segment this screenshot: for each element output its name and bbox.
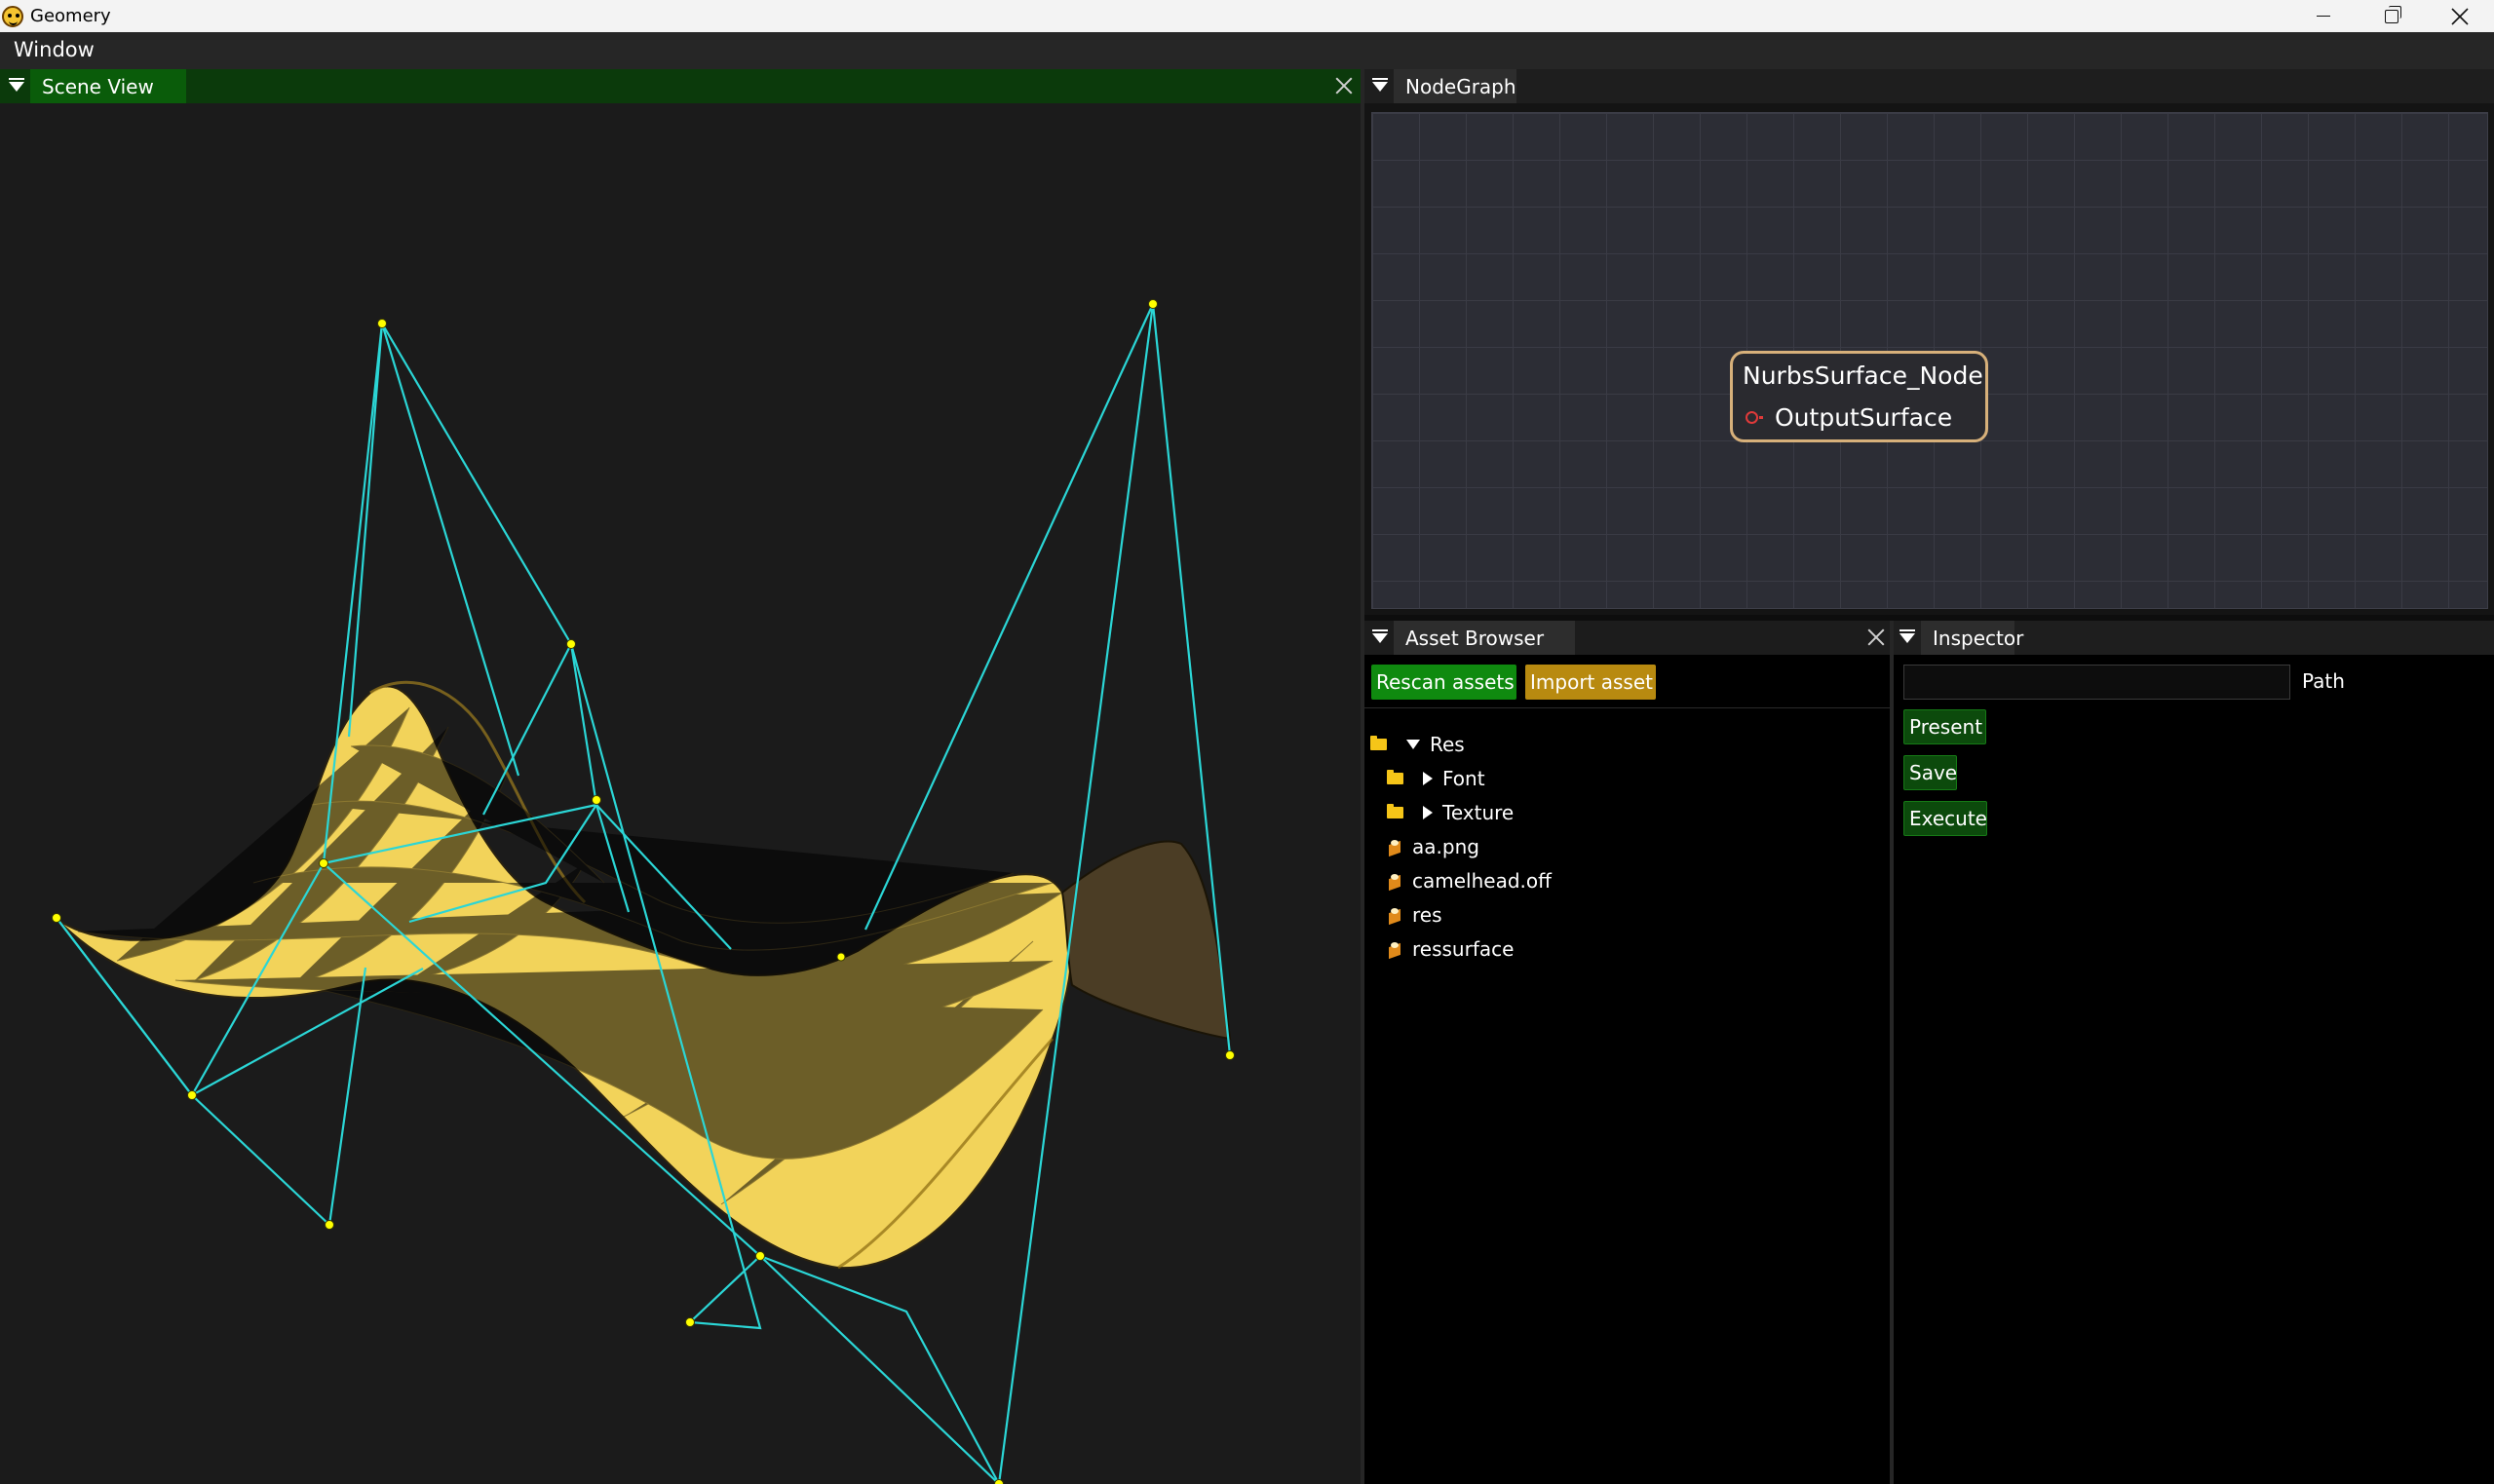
inspector-panel: Inspector Path Present Save Execute [1894, 621, 2494, 1484]
node-graph-panel: NodeGraph NurbsSurface_Node OutputSurfac… [1364, 69, 2494, 615]
node-title: NurbsSurface_Node [1743, 361, 1983, 390]
menu-bar: Window [0, 32, 2494, 70]
tree-item-file[interactable]: aa.png [1388, 832, 1479, 861]
close-icon [2451, 7, 2469, 25]
output-port-icon[interactable] [1746, 411, 1763, 424]
control-point[interactable] [319, 858, 328, 868]
tree-item-label: ressurface [1412, 937, 1515, 961]
smiley-icon [2, 6, 23, 27]
collapse-arrow-icon[interactable] [1899, 629, 1915, 643]
tab-inspector[interactable]: Inspector [1921, 621, 2023, 655]
node-output-label: OutputSurface [1775, 403, 1953, 432]
control-point[interactable] [994, 1479, 1004, 1484]
node-graph-canvas[interactable]: NurbsSurface_Node OutputSurface [1371, 112, 2488, 609]
tree-item-label: camelhead.off [1412, 869, 1552, 893]
collapse-arrow-icon[interactable] [1372, 78, 1388, 92]
tree-item-label: aa.png [1412, 835, 1479, 858]
scene-view-tabbar: Scene View [0, 69, 1361, 103]
save-button[interactable]: Save [1903, 755, 1957, 790]
scene-view-panel: Scene View [0, 69, 1361, 1484]
tab-nodegraph[interactable]: NodeGraph [1394, 69, 1516, 103]
control-point[interactable] [1148, 299, 1158, 309]
folder-icon [1387, 804, 1403, 818]
tree-item-font[interactable]: Font [1387, 764, 1485, 793]
node-graph-tabbar: NodeGraph [1364, 69, 2494, 103]
control-point[interactable] [685, 1317, 695, 1327]
folder-icon [1387, 770, 1403, 784]
folder-icon [1370, 736, 1387, 750]
control-point[interactable] [52, 913, 61, 923]
save-label: Save [1909, 761, 1958, 784]
control-point[interactable] [592, 795, 601, 805]
asset-browser-tabbar: Asset Browser [1364, 621, 1890, 655]
control-point[interactable] [187, 1090, 197, 1100]
toolbar-separator [1364, 707, 1890, 708]
close-window-button[interactable] [2426, 0, 2494, 32]
import-asset-label: Import asset [1530, 670, 1653, 694]
control-point[interactable] [325, 1220, 334, 1230]
control-point[interactable] [377, 319, 387, 328]
maximize-button[interactable] [2358, 0, 2426, 32]
tree-item-label: res [1412, 903, 1442, 927]
nurbs-surface-node[interactable]: NurbsSurface_Node OutputSurface [1730, 351, 1988, 442]
asset-file-icon [1388, 873, 1401, 889]
caret-right-icon[interactable] [1423, 806, 1433, 819]
asset-file-icon [1388, 839, 1401, 855]
caret-down-icon[interactable] [1406, 740, 1420, 749]
tab-scene-view-label: Scene View [42, 74, 154, 98]
window-title: Geomery [30, 6, 111, 26]
asset-file-icon [1388, 907, 1401, 923]
menu-window[interactable]: Window [14, 38, 95, 61]
close-asset-browser-icon[interactable] [1863, 625, 1889, 650]
close-scene-view-icon[interactable] [1331, 73, 1357, 98]
restore-icon [2385, 5, 2401, 23]
tree-item-res[interactable]: Res [1370, 730, 1465, 759]
inspector-tabbar: Inspector [1894, 621, 2494, 655]
collapse-arrow-icon[interactable] [1372, 629, 1388, 643]
rescan-assets-label: Rescan assets [1376, 670, 1515, 694]
tab-inspector-label: Inspector [1933, 626, 2024, 650]
tab-asset-browser[interactable]: Asset Browser [1394, 621, 1575, 655]
execute-button[interactable]: Execute [1903, 801, 1987, 836]
control-point[interactable] [836, 952, 846, 962]
import-asset-button[interactable]: Import asset [1525, 665, 1656, 700]
tab-nodegraph-label: NodeGraph [1405, 74, 1516, 98]
present-button[interactable]: Present [1903, 709, 1986, 744]
asset-browser-panel: Asset Browser Rescan assets Import asset… [1364, 621, 1890, 1484]
path-label: Path [2302, 669, 2345, 693]
minimize-icon [2317, 16, 2330, 17]
control-point[interactable] [1225, 1050, 1235, 1060]
window-titlebar: Geomery [0, 0, 2494, 32]
minimize-button[interactable] [2289, 0, 2358, 32]
asset-file-icon [1388, 941, 1401, 957]
execute-label: Execute [1909, 807, 1987, 830]
tree-item-label: Texture [1442, 801, 1515, 824]
caret-right-icon[interactable] [1423, 772, 1433, 785]
rescan-assets-button[interactable]: Rescan assets [1371, 665, 1516, 700]
tab-asset-browser-label: Asset Browser [1405, 626, 1545, 650]
path-input[interactable] [1903, 665, 2290, 700]
tree-item-file[interactable]: res [1388, 900, 1442, 930]
scene-viewport[interactable] [0, 103, 1361, 1484]
present-label: Present [1909, 715, 1983, 739]
tree-item-file[interactable]: camelhead.off [1388, 866, 1552, 895]
tree-item-file[interactable]: ressurface [1388, 934, 1514, 964]
tab-scene-view[interactable]: Scene View [30, 69, 186, 103]
tree-item-texture[interactable]: Texture [1387, 798, 1514, 827]
tree-item-label: Font [1442, 767, 1485, 790]
control-point[interactable] [566, 639, 576, 649]
tree-item-label: Res [1430, 733, 1465, 756]
control-point[interactable] [755, 1251, 765, 1261]
collapse-arrow-icon[interactable] [9, 78, 24, 92]
